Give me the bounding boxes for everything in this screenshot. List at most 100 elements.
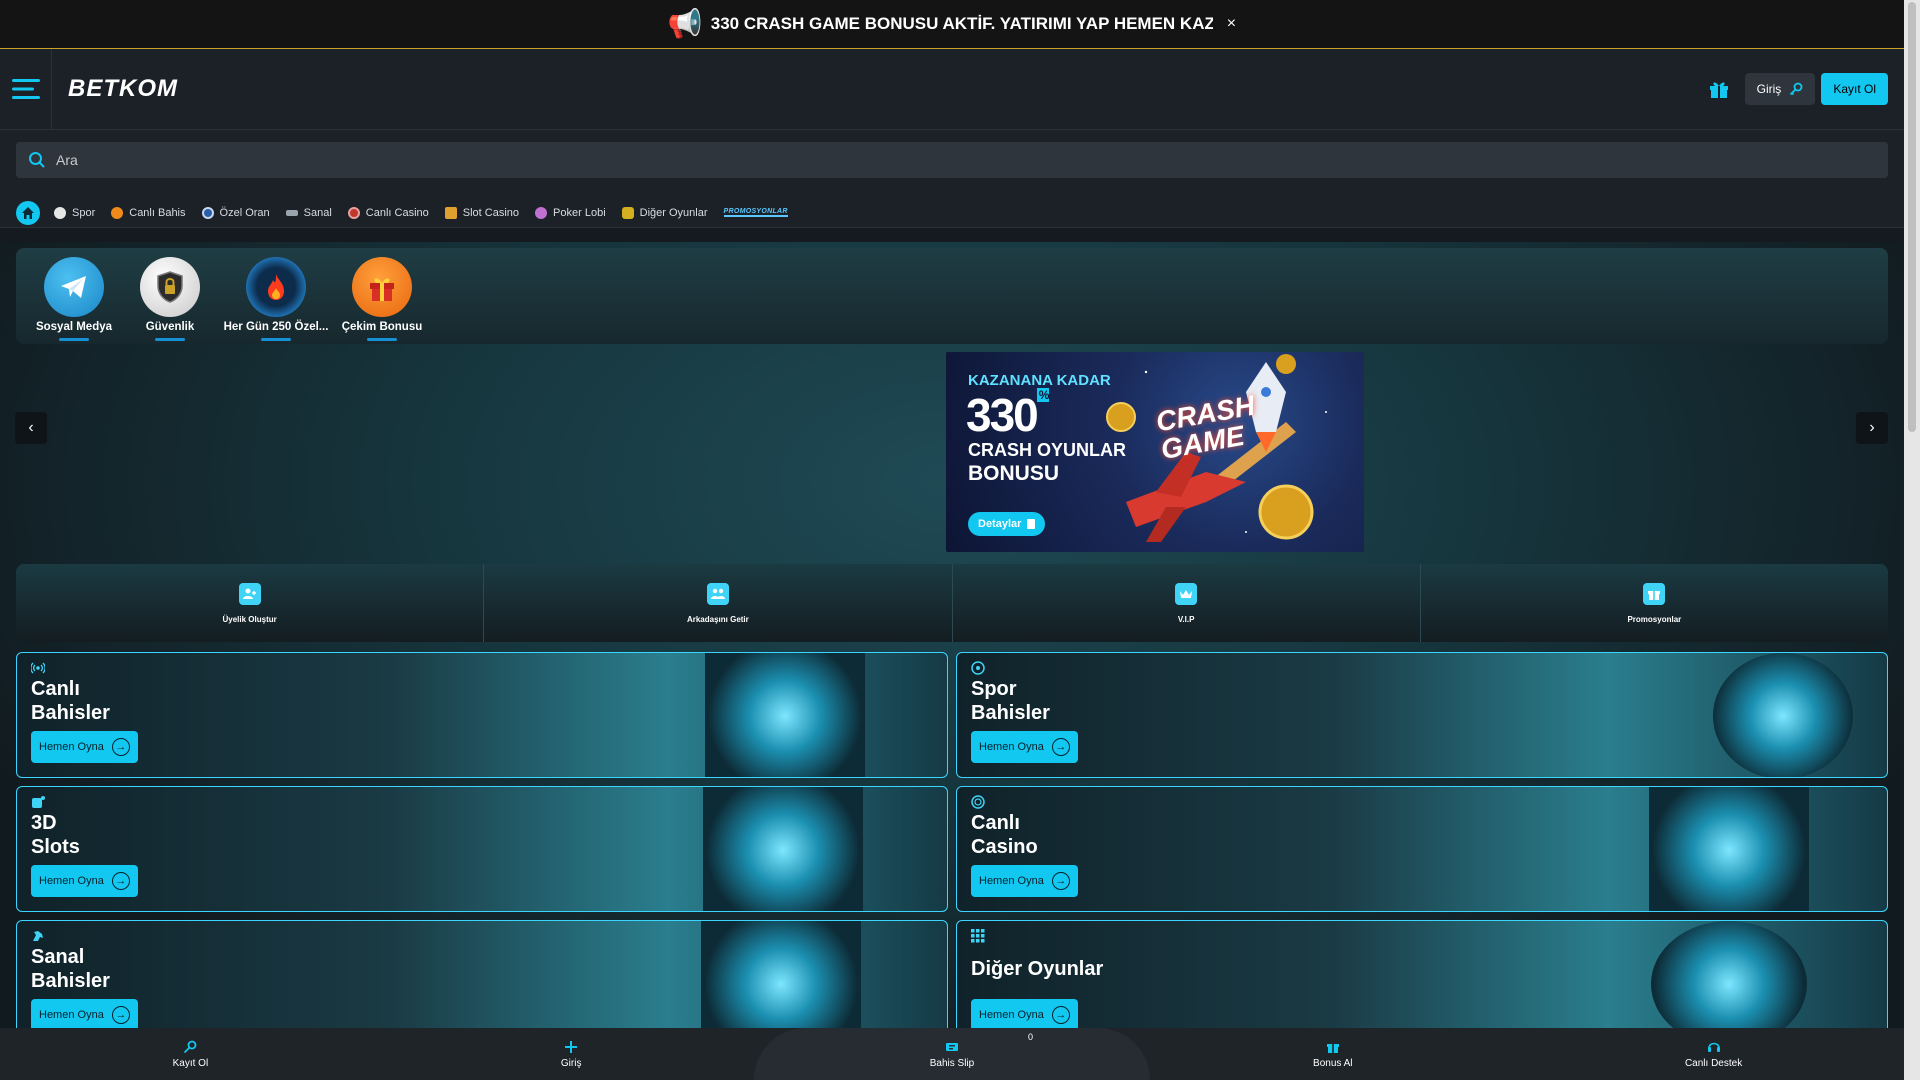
bottom-item-giris[interactable]: Giriş <box>381 1028 762 1080</box>
card-image <box>1713 653 1853 777</box>
banner-carousel: ‹ › KAZANANA KADAR 330 % CRASH OYUNLAR B… <box>0 346 1904 552</box>
nav-item-diger-oyunlar[interactable]: Diğer Oyunlar <box>621 206 708 219</box>
nav-item-canli-bahis[interactable]: Canlı Bahis <box>111 206 186 219</box>
home-button[interactable] <box>16 200 40 225</box>
card-canli-bahisler[interactable]: Canlı Bahisler Hemen Oyna → <box>16 652 948 778</box>
scrollbar-thumb[interactable] <box>1908 2 1916 432</box>
games-icon <box>621 206 634 219</box>
gift-icon <box>1643 582 1666 605</box>
announcement-bar: 📢 330 CRASH GAME BONUSU AKTİF. YATIRIMI … <box>0 0 1904 49</box>
stories-row: Sosyal Medya Güvenlik Her Gün 250 Özel..… <box>16 248 1888 344</box>
gift-icon <box>1326 1043 1339 1053</box>
story-label: Çekim Bonusu <box>341 321 423 333</box>
document-icon <box>1027 519 1036 529</box>
card-3d-slots[interactable]: 3D Slots Hemen Oyna → <box>16 786 948 912</box>
story-label: Her Gün 250 Özel... <box>223 321 329 333</box>
quick-link-arkadas[interactable]: Arkadaşını Getir <box>484 564 953 642</box>
category-nav: Spor Canlı Bahis Özel Oran Sanal Canlı C… <box>0 198 1904 228</box>
promo-banner[interactable]: KAZANANA KADAR 330% CRASH OYUNLAR BONUSU… <box>946 352 1364 552</box>
search-input[interactable] <box>56 152 456 168</box>
banner-line2: BONUSU <box>968 462 1060 485</box>
page: 📢 330 CRASH GAME BONUSU AKTİF. YATIRIMI … <box>0 0 1904 1080</box>
card-title: Canlı Bahisler <box>31 678 110 724</box>
card-image <box>1649 787 1809 911</box>
soccer-ball-icon <box>54 206 66 219</box>
slip-count-badge: 0 <box>1027 1032 1033 1042</box>
nav-item-promosyonlar[interactable]: PROMOSYONLAR <box>723 208 788 217</box>
nav-item-sanal[interactable]: Sanal <box>285 207 332 219</box>
card-spor-bahisler[interactable]: Spor Bahisler Hemen Oyna → <box>956 652 1888 778</box>
nav-item-canli-casino[interactable]: Canlı Casino <box>347 206 429 219</box>
details-button[interactable]: Detaylar <box>968 512 1046 536</box>
bottom-item-canli-destek[interactable]: Canlı Destek <box>1523 1028 1904 1080</box>
story-her-gun-250[interactable]: Her Gün 250 Özel... <box>218 257 334 344</box>
scrollbar[interactable] <box>1904 0 1920 1080</box>
bottom-item-bonus-al[interactable]: Bonus Al <box>1142 1028 1523 1080</box>
arrow-right-icon: → <box>111 738 130 756</box>
play-now-button[interactable]: Hemen Oyna → <box>31 865 138 897</box>
gift-icon[interactable] <box>1707 77 1731 101</box>
slot-icon <box>444 206 457 219</box>
story-label: Güvenlik <box>145 321 195 333</box>
shield-lock-icon <box>140 257 200 317</box>
megaphone-icon: 📢 <box>667 8 703 39</box>
basketball-icon <box>111 206 124 219</box>
arrow-right-icon: → <box>1051 738 1070 756</box>
card-image <box>703 787 863 911</box>
next-arrow-icon[interactable]: › <box>1856 412 1888 444</box>
arrow-right-icon: → <box>111 1006 130 1024</box>
banner-kicker: KAZANANA KADAR <box>968 372 1111 389</box>
headset-icon <box>1707 1042 1720 1052</box>
add-user-icon <box>238 582 261 605</box>
fire-icon <box>246 257 306 317</box>
logo[interactable]: BETKOM <box>68 75 178 103</box>
story-sosyal-medya[interactable]: Sosyal Medya <box>26 257 122 344</box>
quick-link-uyelik[interactable]: Üyelik Oluştur <box>16 564 485 642</box>
register-button[interactable]: Kayıt Ol <box>1821 73 1888 105</box>
play-now-button[interactable]: Hemen Oyna → <box>31 731 138 763</box>
nav-item-poker-lobi[interactable]: Poker Lobi <box>535 206 606 219</box>
header: BETKOM Giriş Kayıt Ol <box>0 48 1904 130</box>
hamburger-icon <box>11 79 40 99</box>
nav-item-ozel-oran[interactable]: Özel Oran <box>201 206 270 219</box>
grid-icon <box>971 929 985 943</box>
prev-arrow-icon[interactable]: ‹ <box>15 412 47 444</box>
banner-amount: 330% <box>966 388 1050 441</box>
card-title: Sanal Bahisler <box>31 946 110 992</box>
dice-icon <box>32 796 45 808</box>
banner-line1: CRASH OYUNLAR <box>968 440 1127 460</box>
bottom-nav: Kayıt Ol Giriş 0 Bahis Slip Bonus Al Can… <box>0 1028 1904 1080</box>
arrow-right-icon: → <box>1051 872 1070 890</box>
crown-icon <box>1175 582 1198 605</box>
story-label: Sosyal Medya <box>35 321 113 333</box>
search-box[interactable] <box>16 142 1888 178</box>
play-now-button[interactable]: Hemen Oyna → <box>971 865 1078 897</box>
close-icon[interactable]: × <box>1227 15 1236 33</box>
friends-icon <box>706 582 729 605</box>
live-signal-icon <box>31 662 45 674</box>
quick-link-promosyonlar[interactable]: Promosyonlar <box>1421 564 1888 642</box>
play-now-button[interactable]: Hemen Oyna → <box>971 999 1078 1031</box>
plus-icon <box>565 1040 578 1053</box>
announcement-text: 330 CRASH GAME BONUSU AKTİF. YATIRIMI YA… <box>710 14 1213 33</box>
home-icon <box>22 206 34 219</box>
play-now-button[interactable]: Hemen Oyna → <box>971 731 1078 763</box>
play-now-button[interactable]: Hemen Oyna → <box>31 999 138 1031</box>
horse-icon <box>33 931 43 941</box>
arrow-right-icon: → <box>111 872 130 890</box>
login-button[interactable]: Giriş <box>1744 73 1816 105</box>
login-label: Giriş <box>1756 82 1782 96</box>
story-guvenlik[interactable]: Güvenlik <box>122 257 218 344</box>
gift-icon <box>352 257 412 317</box>
card-title: 3D Slots <box>31 812 80 858</box>
nav-item-slot-casino[interactable]: Slot Casino <box>444 206 519 219</box>
special-odds-icon <box>201 206 214 219</box>
card-canli-casino[interactable]: Canlı Casino Hemen Oyna → <box>956 786 1888 912</box>
story-cekim-bonusu[interactable]: Çekim Bonusu <box>334 257 430 344</box>
arrow-right-icon: → <box>1051 1006 1070 1024</box>
quick-link-vip[interactable]: V.I.P <box>953 564 1421 642</box>
bottom-item-bahis-slip[interactable]: 0 Bahis Slip <box>762 1028 1143 1080</box>
menu-button[interactable] <box>0 48 52 130</box>
nav-item-spor[interactable]: Spor <box>54 206 95 219</box>
bottom-item-kayit-ol[interactable]: Kayıt Ol <box>0 1028 381 1080</box>
